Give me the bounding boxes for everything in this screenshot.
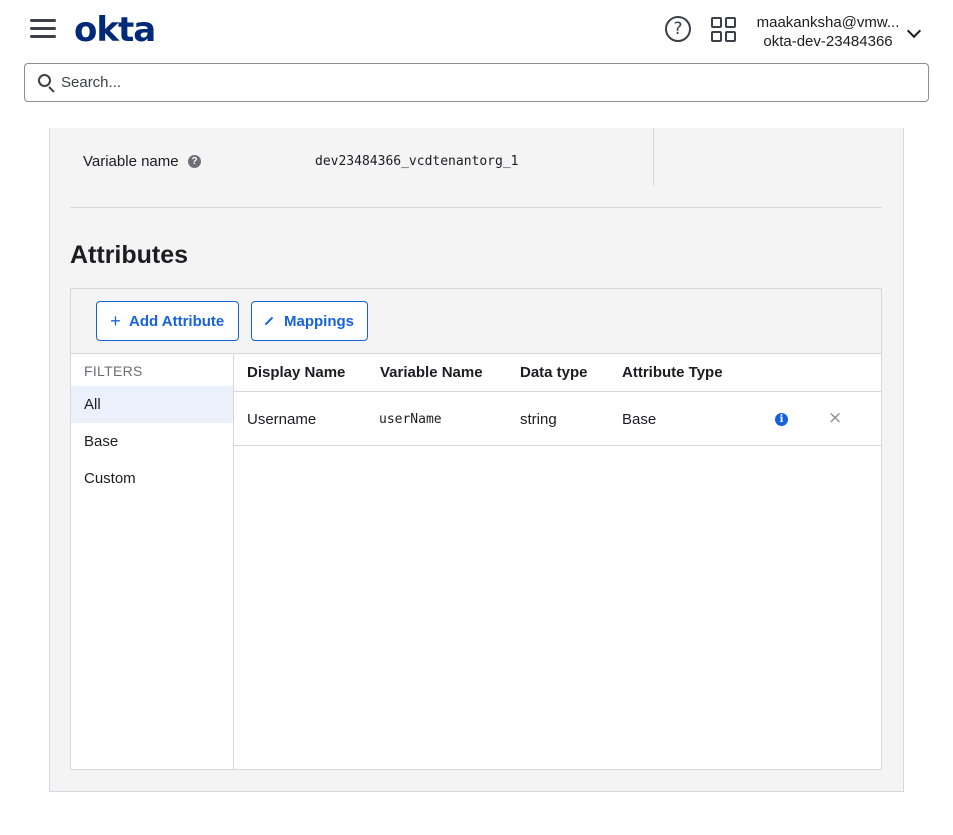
column-header[interactable]: Variable Name: [380, 364, 483, 381]
attribute-type-cell: Base: [622, 411, 657, 428]
section-divider: [70, 207, 882, 208]
apps-grid-cell: [725, 17, 736, 28]
filters-sidebar: FILTERS All Base Custom: [71, 354, 234, 769]
filters-title: FILTERS: [84, 363, 143, 379]
attributes-title: Attributes: [70, 241, 189, 269]
hamburger-line: [30, 19, 56, 22]
column-header[interactable]: Display Name: [247, 364, 345, 381]
apps-grid-icon[interactable]: [711, 17, 737, 43]
user-email: maakanksha@vmw...: [756, 14, 900, 31]
plus-icon: +: [110, 310, 121, 331]
attributes-box: + Add Attribute Mappings FILTERS All Bas…: [70, 288, 882, 770]
column-header[interactable]: Attribute Type: [622, 364, 723, 381]
filter-custom[interactable]: Custom: [71, 460, 233, 497]
filter-base[interactable]: Base: [71, 423, 233, 460]
add-attribute-button[interactable]: + Add Attribute: [96, 301, 239, 341]
vertical-divider: [653, 128, 654, 186]
filter-all[interactable]: All: [71, 386, 233, 423]
variable-name-label: Variable name: [83, 153, 179, 170]
data-type-cell: string: [520, 411, 557, 428]
hamburger-line: [30, 35, 56, 38]
variable-name-cell: userName: [379, 412, 442, 427]
help-icon[interactable]: ?: [665, 16, 691, 42]
display-name-cell: Username: [247, 411, 317, 428]
hamburger-menu-icon[interactable]: [30, 19, 56, 39]
search-input[interactable]: [61, 64, 921, 101]
user-menu[interactable]: maakanksha@vmw... okta-dev-23484366: [753, 14, 903, 51]
add-attribute-label: Add Attribute: [129, 312, 225, 330]
apps-grid-cell: [711, 17, 722, 28]
hamburger-line: [30, 27, 56, 30]
search-bar: [24, 63, 929, 102]
variable-name-value: dev23484366_vcdtenantorg_1: [315, 154, 519, 169]
close-icon[interactable]: ×: [828, 408, 842, 428]
attributes-toolbar: + Add Attribute Mappings: [71, 289, 881, 354]
search-icon: [38, 74, 55, 93]
chevron-down-icon[interactable]: [906, 23, 922, 39]
okta-logo[interactable]: okta: [74, 10, 156, 50]
mappings-button[interactable]: Mappings: [251, 301, 368, 341]
question-icon[interactable]: ?: [188, 155, 201, 168]
table-header: Display Name Variable Name Data type Att…: [234, 354, 881, 392]
table-row[interactable]: Username userName string Base i ×: [234, 393, 881, 446]
user-org: okta-dev-23484366: [763, 33, 893, 50]
apps-grid-cell: [711, 31, 722, 42]
info-icon[interactable]: i: [775, 413, 788, 426]
mappings-label: Mappings: [284, 312, 354, 330]
apps-grid-cell: [725, 31, 736, 42]
pencil-icon: [264, 316, 274, 326]
column-header[interactable]: Data type: [520, 364, 588, 381]
